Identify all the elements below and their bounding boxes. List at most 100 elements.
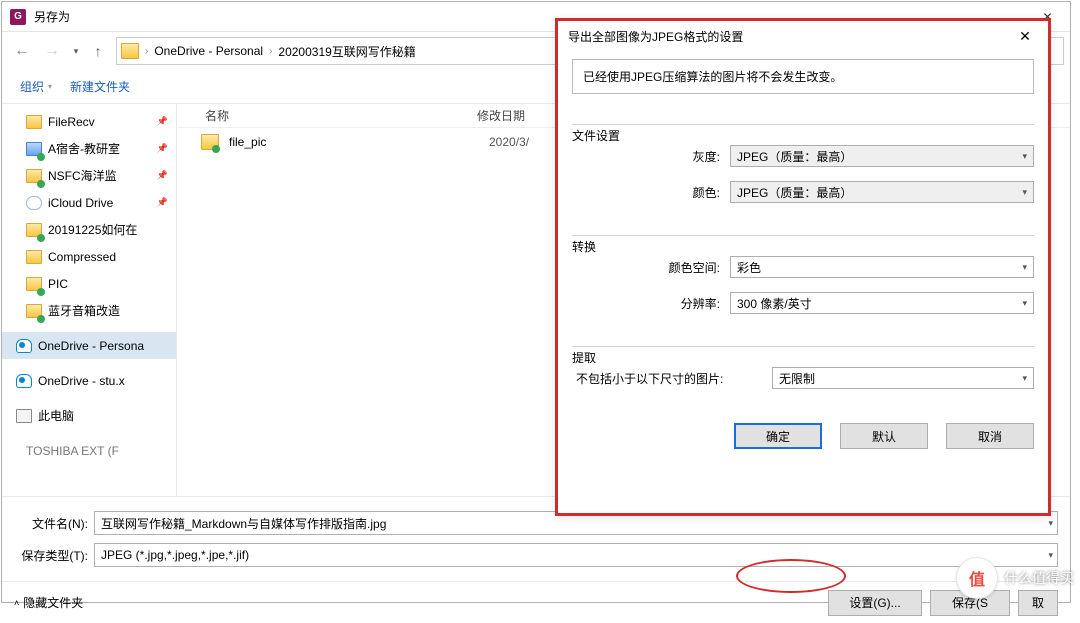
pin-icon: 📌 — [157, 170, 168, 181]
up-button[interactable]: ↑ — [86, 37, 110, 65]
sidebar-item-label: A宿舍-教研室 — [48, 140, 120, 157]
sidebar-item[interactable]: A宿舍-教研室 📌 — [2, 135, 176, 162]
exclude-label: 不包括小于以下尺寸的图片: — [572, 370, 772, 387]
sidebar-item[interactable]: PIC — [2, 270, 176, 297]
pin-icon: 📌 — [157, 143, 168, 154]
fieldset-convert: 转换 颜色空间: 彩色 ▾ 分辨率: 300 像素/英寸 ▾ — [572, 219, 1034, 318]
folder-icon — [121, 43, 139, 59]
filetype-label: 保存类型(T): — [14, 547, 94, 564]
folder-icon — [201, 134, 219, 150]
export-settings-dialog: 导出全部图像为JPEG格式的设置 ✕ 已经使用JPEG压缩算法的图片将不会发生改… — [555, 18, 1051, 516]
sync-check-icon — [212, 145, 220, 153]
watermark-icon: 值 — [956, 557, 998, 599]
column-name[interactable]: 名称 — [177, 107, 477, 124]
sidebar-item[interactable]: iCloud Drive 📌 — [2, 189, 176, 216]
default-button[interactable]: 默认 — [840, 423, 928, 449]
filetype-select[interactable]: JPEG (*.jpg,*.jpeg,*.jpe,*.jif) ▾ — [94, 543, 1058, 567]
sidebar-item[interactable]: Compressed — [2, 243, 176, 270]
exclude-select[interactable]: 无限制 ▾ — [772, 367, 1034, 389]
chevron-down-icon: ▾ — [1022, 151, 1027, 162]
gray-value: JPEG（质量：最高） — [737, 148, 852, 165]
forward-button[interactable]: → — [38, 37, 66, 65]
filetype-value: JPEG (*.jpg,*.jpeg,*.jpe,*.jif) — [101, 548, 249, 562]
pin-icon: 📌 — [157, 197, 168, 208]
chevron-down-icon: ▾ — [1022, 298, 1027, 309]
sidebar-item[interactable]: NSFC海洋监 📌 — [2, 162, 176, 189]
hide-folders-toggle[interactable]: ˄ 隐藏文件夹 — [14, 594, 83, 611]
fieldset-legend: 提取 — [572, 349, 602, 366]
chevron-down-icon: ▾ — [1022, 187, 1027, 198]
ok-button[interactable]: 确定 — [734, 423, 822, 449]
sidebar-item-label: 20191225如何在 — [48, 221, 137, 238]
sync-check-icon — [37, 153, 45, 161]
sidebar-item[interactable]: 蓝牙音箱改造 — [2, 297, 176, 324]
sidebar-item-this-pc[interactable]: 此电脑 — [2, 402, 176, 429]
resolution-select[interactable]: 300 像素/英寸 ▾ — [730, 292, 1034, 314]
cloud-icon — [26, 196, 42, 210]
sidebar-item-label: FileRecv — [48, 115, 95, 129]
folder-icon — [26, 304, 42, 318]
sidebar-item-drive[interactable]: TOSHIBA EXT (F — [2, 437, 176, 464]
sidebar-item-label: NSFC海洋监 — [48, 167, 117, 184]
chevron-up-icon: ˄ — [14, 598, 19, 608]
row-name: file_pic — [229, 135, 489, 149]
resolution-label: 分辨率: — [572, 295, 730, 312]
sidebar-item-label: OneDrive - Persona — [38, 339, 144, 353]
back-button[interactable]: ← — [8, 37, 36, 65]
sidebar-item-label: 此电脑 — [38, 407, 74, 424]
new-folder-button[interactable]: 新建文件夹 — [64, 74, 136, 99]
sidebar-item[interactable]: FileRecv 📌 — [2, 108, 176, 135]
filename-label: 文件名(N): — [14, 515, 94, 532]
dialog-close-button[interactable]: ✕ — [1010, 22, 1040, 50]
sidebar-item-label: 蓝牙音箱改造 — [48, 302, 120, 319]
sidebar-item-label: iCloud Drive — [48, 196, 113, 210]
cancel-button[interactable]: 取消 — [946, 423, 1034, 449]
exclude-value: 无限制 — [779, 370, 815, 387]
sync-check-icon — [37, 315, 45, 323]
sidebar-item-label: Compressed — [48, 250, 116, 264]
sync-check-icon — [37, 234, 45, 242]
folder-icon — [26, 142, 42, 156]
sidebar-item[interactable]: 20191225如何在 — [2, 216, 176, 243]
colorspace-select[interactable]: 彩色 ▾ — [730, 256, 1034, 278]
sidebar-item-onedrive[interactable]: OneDrive - stu.x — [2, 367, 176, 394]
settings-button[interactable]: 设置(G)... — [828, 590, 922, 616]
chevron-down-icon[interactable]: ▾ — [1048, 518, 1053, 529]
watermark-text: 什么值得买 — [1004, 568, 1074, 588]
folder-icon — [26, 115, 42, 129]
color-label: 颜色: — [572, 184, 730, 201]
pin-icon: 📌 — [157, 116, 168, 127]
chevron-right-icon: › — [267, 46, 274, 57]
folder-icon — [26, 250, 42, 264]
chevron-down-icon: ▾ — [48, 82, 52, 91]
bottom-row: ˄ 隐藏文件夹 设置(G)... 保存(S 取 — [2, 581, 1070, 623]
dialog-buttons: 确定 默认 取消 — [572, 423, 1034, 449]
sidebar-item-label: PIC — [48, 277, 68, 291]
colorspace-value: 彩色 — [737, 259, 761, 276]
filetype-row: 保存类型(T): JPEG (*.jpg,*.jpeg,*.jpe,*.jif)… — [14, 541, 1058, 569]
gray-select[interactable]: JPEG（质量：最高） ▾ — [730, 145, 1034, 167]
crumb-0[interactable]: OneDrive - Personal — [150, 44, 267, 58]
fieldset-extract: 提取 不包括小于以下尺寸的图片: 无限制 ▾ — [572, 330, 1034, 393]
dialog-titlebar: 导出全部图像为JPEG格式的设置 ✕ — [558, 21, 1048, 51]
gray-label: 灰度: — [572, 148, 730, 165]
row-date: 2020/3/ — [489, 135, 529, 149]
color-select[interactable]: JPEG（质量：最高） ▾ — [730, 181, 1034, 203]
resolution-value: 300 像素/英寸 — [737, 295, 812, 312]
onedrive-icon — [16, 339, 32, 353]
organize-button[interactable]: 组织 ▾ — [14, 74, 58, 99]
dialog-info: 已经使用JPEG压缩算法的图片将不会发生改变。 — [572, 59, 1034, 94]
recent-dropdown[interactable]: ▾ — [68, 37, 84, 65]
organize-label: 组织 — [20, 78, 44, 95]
app-icon: G — [10, 9, 26, 25]
sidebar-item-onedrive[interactable]: OneDrive - Persona — [2, 332, 176, 359]
sync-check-icon — [37, 288, 45, 296]
sidebar-item-label: TOSHIBA EXT (F — [26, 444, 119, 458]
colorspace-label: 颜色空间: — [572, 259, 730, 276]
dialog-title: 导出全部图像为JPEG格式的设置 — [568, 28, 743, 45]
pc-icon — [16, 409, 32, 423]
filename-value: 互联网写作秘籍_Markdown与自媒体写作排版指南.jpg — [101, 515, 386, 532]
chevron-down-icon: ▾ — [1022, 262, 1027, 273]
crumb-1[interactable]: 20200319互联网写作秘籍 — [274, 43, 419, 60]
fieldset-file-settings: 文件设置 灰度: JPEG（质量：最高） ▾ 颜色: JPEG（质量：最高） ▾ — [572, 108, 1034, 207]
